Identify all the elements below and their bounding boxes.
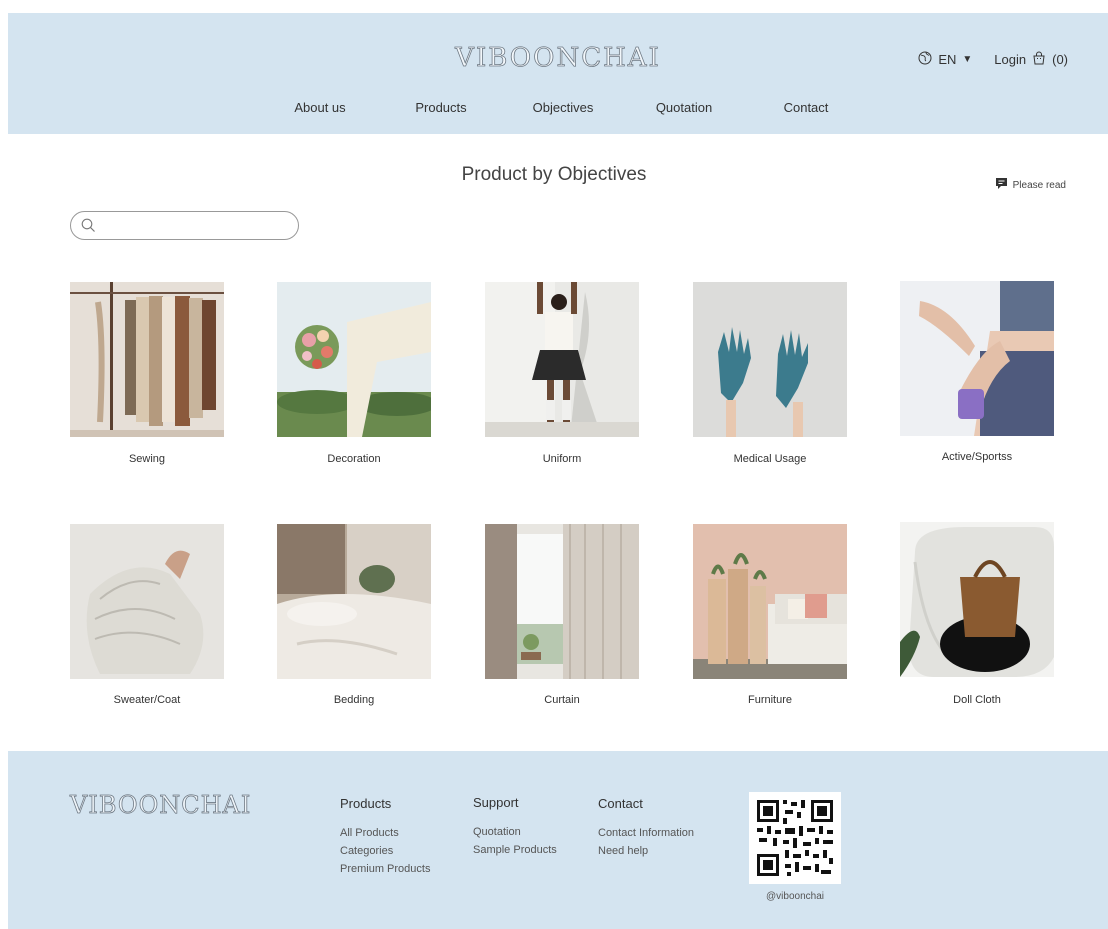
category-card-medical-usage[interactable]: Medical Usage [693,282,847,465]
category-image [485,282,639,437]
page-title: Product by Objectives [461,164,647,185]
category-label: Furniture [747,694,793,706]
cart-icon[interactable] [1032,51,1046,68]
category-image [693,282,847,437]
category-card-active-sportss[interactable]: Active/Sportss [900,281,1054,463]
chat-icon [995,177,1008,193]
nav-about-us[interactable]: About us [294,100,345,115]
header-utilities: EN ▼ Login (0) [918,51,1068,68]
cart-count[interactable]: (0) [1052,52,1068,67]
footer-link-categories[interactable]: Categories [340,842,430,860]
category-image [277,282,431,437]
footer-link-quotation[interactable]: Quotation [473,823,557,841]
category-card-sewing[interactable]: Sewing [70,282,224,465]
qr-code [749,792,841,884]
nav-contact[interactable]: Contact [784,100,829,115]
footer-support-column: Support Quotation Sample Products [473,795,557,859]
footer-link-need-help[interactable]: Need help [598,842,694,860]
category-label: Bedding [333,694,375,706]
search-icon [81,218,95,232]
globe-icon[interactable] [918,51,932,68]
chevron-down-icon[interactable]: ▼ [962,54,972,65]
footer-heading: Products [340,796,392,811]
category-label: Sweater/Coat [113,694,181,706]
category-card-furniture[interactable]: Furniture [693,524,847,706]
social-handle[interactable]: @viboonchai [749,891,841,902]
footer-link-contact-information[interactable]: Contact Information [598,824,694,842]
category-image [693,524,847,679]
footer-link-sample-products[interactable]: Sample Products [473,841,557,859]
please-read-label: Please read [1012,179,1066,191]
footer-heading: Support [473,795,519,810]
nav-products[interactable]: Products [415,100,466,115]
category-image [900,281,1054,436]
login-link[interactable]: Login [994,52,1026,67]
search-input[interactable] [101,216,290,237]
category-card-uniform[interactable]: Uniform [485,282,639,465]
category-image [70,524,224,679]
language-selector[interactable]: EN [938,52,956,67]
footer-products-column: Products All Products Categories Premium… [340,796,430,878]
category-image [900,522,1054,677]
category-card-bedding[interactable]: Bedding [277,524,431,706]
category-image [277,524,431,679]
category-label: Sewing [128,453,166,465]
nav-objectives[interactable]: Objectives [533,100,594,115]
site-header: VIBOONCHAI EN ▼ Login (0) About us Produ… [8,13,1108,134]
please-read-link[interactable]: Please read [995,177,1066,193]
category-card-curtain[interactable]: Curtain [485,524,639,706]
category-image [70,282,224,437]
footer-brand-logo[interactable]: VIBOONCHAI [70,791,251,820]
footer-link-premium-products[interactable]: Premium Products [340,860,430,878]
category-card-doll-cloth[interactable]: Doll Cloth [900,522,1054,706]
category-card-decoration[interactable]: Decoration [277,282,431,465]
category-label: Curtain [544,694,580,706]
category-label: Decoration [327,453,381,465]
nav-quotation[interactable]: Quotation [656,100,712,115]
search-box[interactable] [70,211,299,240]
footer-contact-column: Contact Contact Information Need help [598,796,694,860]
footer-heading: Contact [598,796,643,811]
category-label: Medical Usage [733,453,807,465]
category-card-sweater-coat[interactable]: Sweater/Coat [70,524,224,706]
category-label: Uniform [542,453,582,465]
site-footer: VIBOONCHAI Products All Products Categor… [8,751,1108,929]
footer-link-all-products[interactable]: All Products [340,824,430,842]
category-label: Doll Cloth [953,694,1001,706]
category-image [485,524,639,679]
category-label: Active/Sportss [941,451,1013,463]
